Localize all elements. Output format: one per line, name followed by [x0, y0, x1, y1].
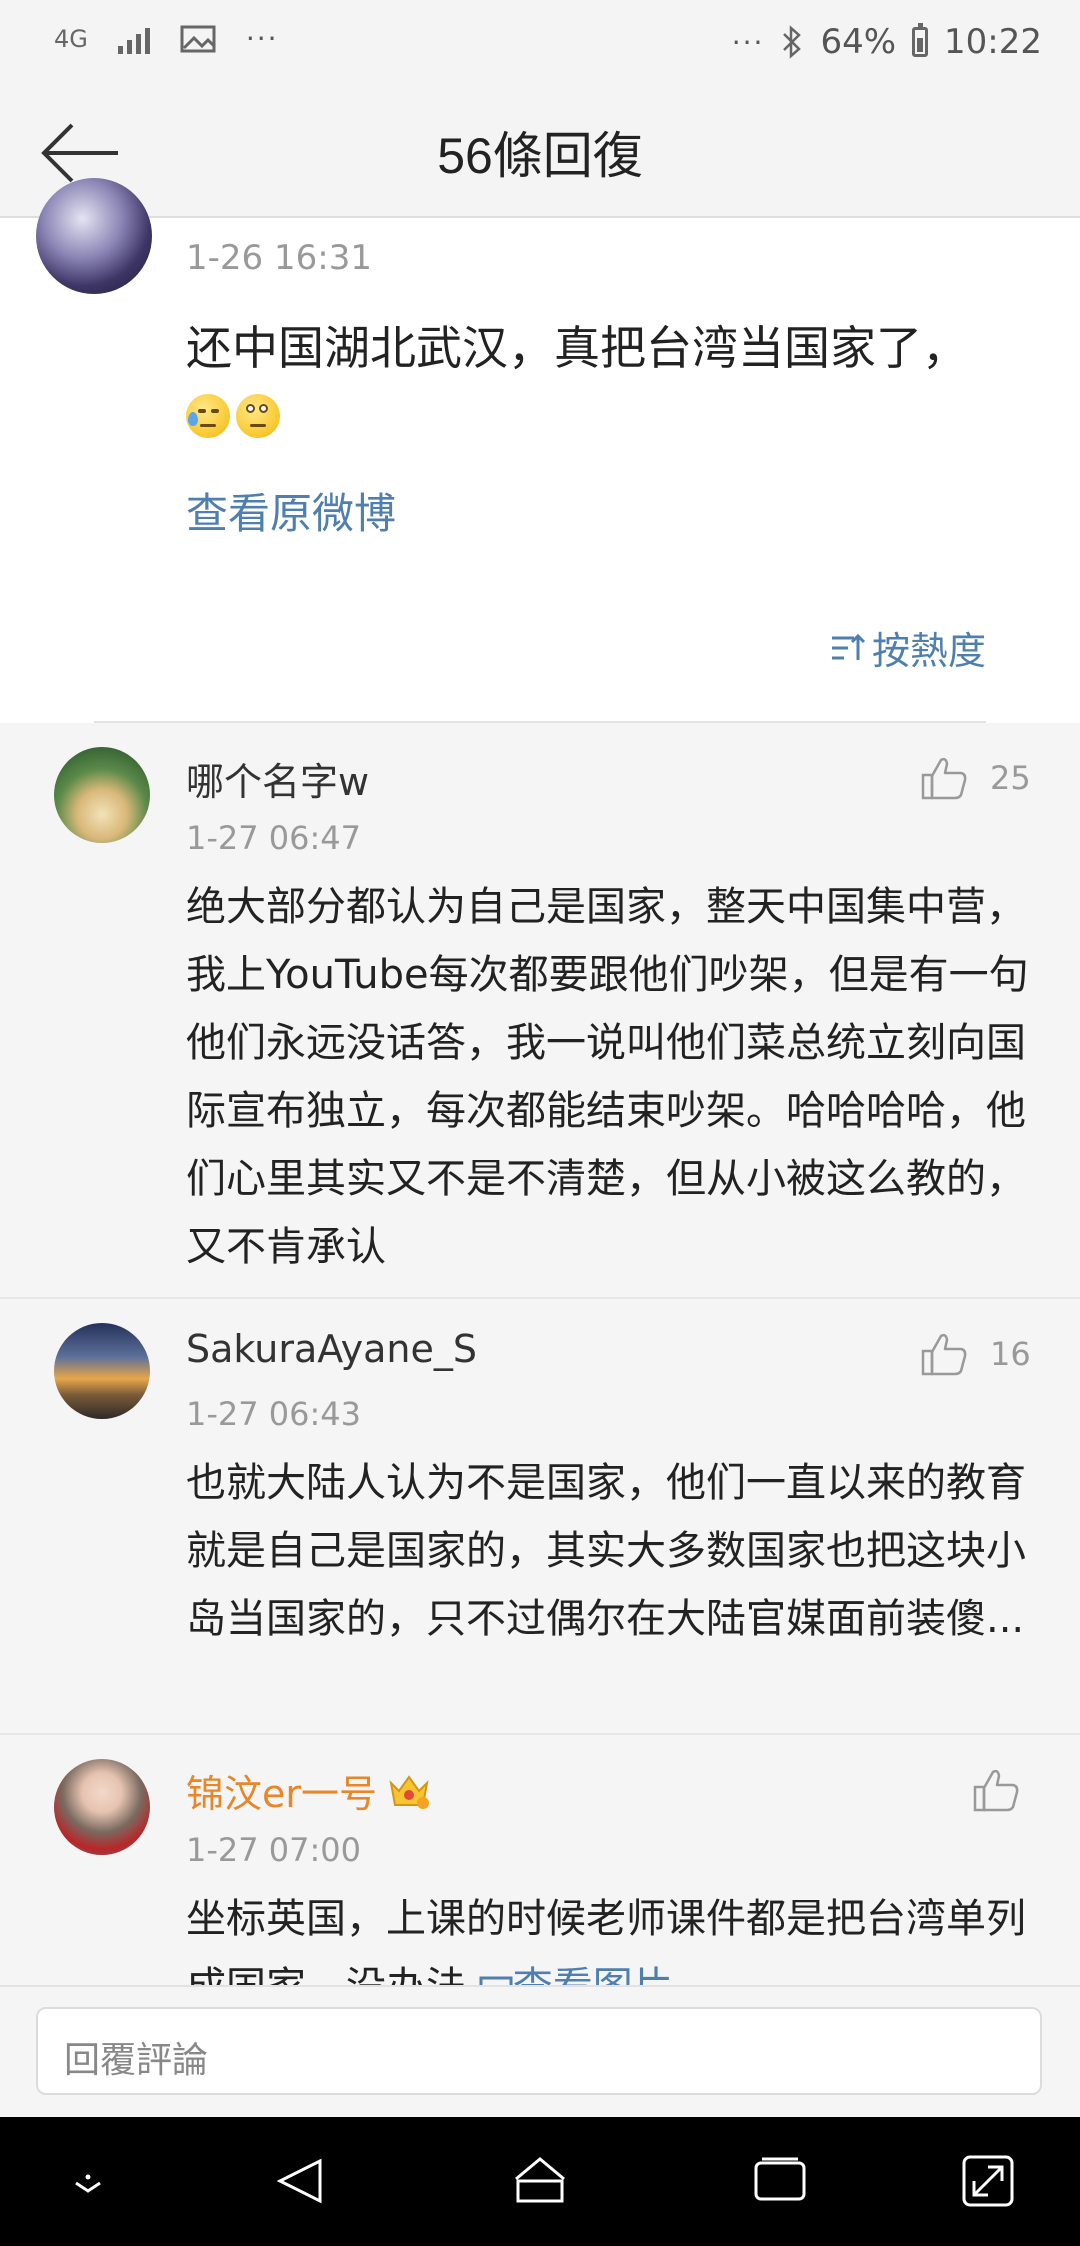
thumbs-up-icon [921, 1333, 967, 1376]
comment-username[interactable]: SakuraAyane_S [186, 1327, 477, 1371]
eye-roll-emoji-icon [236, 393, 280, 438]
comment-item: 锦汶er一号 1-27 07:00 坐标英国，上课的时候老师课件都是把台湾单列成… [0, 1735, 1080, 1985]
avatar[interactable] [54, 747, 150, 843]
comment-text: 绝大部分都认为自己是国家，整天中国集中营，我上YouTube每次都要跟他们吵架，… [186, 884, 1029, 1270]
like-button[interactable]: 16 [920, 1331, 1031, 1377]
comment-username[interactable]: 锦汶er一号 [186, 1763, 431, 1818]
comment-list: 哪个名字w 1-27 06:47 25 绝大部分都认为自己是国家，整天中国集中营… [0, 723, 1080, 1985]
thumbs-up-icon [921, 757, 967, 800]
view-image-label: 查看图片 [513, 1964, 673, 1985]
avatar[interactable] [54, 1759, 150, 1855]
comment-username-text: 锦汶er一号 [186, 1772, 378, 1816]
network-type: 4G [54, 24, 88, 53]
like-button[interactable] [972, 1767, 1020, 1813]
battery-percent: 64% [820, 22, 897, 62]
image-icon [479, 1976, 513, 1985]
more-icon: ··· [731, 25, 765, 59]
image-icon [180, 25, 216, 52]
avatar[interactable] [36, 178, 152, 294]
comment-item: 哪个名字w 1-27 06:47 25 绝大部分都认为自己是国家，整天中国集中营… [0, 723, 1080, 1297]
post-time: 1-26 16:31 [186, 238, 372, 278]
page-title: 56條回復 [437, 128, 643, 184]
comment-item: SakuraAyane_S 1-27 06:43 16 也就大陆人认为不是国家，… [0, 1299, 1080, 1642]
sort-button[interactable]: 按熱度 [830, 620, 986, 675]
bluetooth-icon [783, 25, 802, 59]
more-icon: ··· [245, 22, 279, 55]
chevron-down-icon[interactable] [56, 2149, 120, 2213]
like-count: 25 [990, 759, 1031, 797]
status-left: 4G ··· [54, 22, 279, 55]
post-text-content: 还中国湖北武汉，真把台湾当国家了， [186, 321, 968, 375]
comment-text: 坐标英国，上课的时候老师课件都是把台湾单列成国家，没办法 查看图片 [186, 1885, 1036, 1985]
thumbs-up-icon [973, 1769, 1019, 1812]
recent-apps-icon[interactable] [748, 2149, 812, 2213]
crown-badge-icon [389, 1774, 430, 1809]
view-original-link[interactable]: 查看原微博 [186, 480, 396, 541]
reply-bar: 回覆評論 [0, 1985, 1080, 2117]
comment-time: 1-27 07:00 [186, 1831, 362, 1869]
sort-label: 按熱度 [871, 629, 986, 673]
reply-input[interactable]: 回覆評論 [36, 2007, 1042, 2095]
header: 56條回復 [0, 90, 1080, 218]
like-button[interactable]: 25 [920, 755, 1031, 801]
signal-icon [117, 24, 150, 54]
status-right: ··· 64% 10:22 [732, 22, 1042, 62]
sweat-emoji-icon [186, 393, 230, 438]
comment-username[interactable]: 哪个名字w [186, 751, 369, 806]
system-nav-bar [0, 2117, 1080, 2246]
expand-icon[interactable] [956, 2149, 1020, 2213]
comment-time: 1-27 06:43 [186, 1395, 362, 1433]
back-icon[interactable] [268, 2149, 332, 2213]
comment-time: 1-27 06:47 [186, 819, 362, 857]
like-count: 16 [990, 1335, 1031, 1373]
post-text: 还中国湖北武汉，真把台湾当国家了， [186, 316, 1016, 444]
view-image-link[interactable]: 查看图片 [479, 1964, 673, 1985]
clock: 10:22 [944, 22, 1042, 62]
home-icon[interactable] [508, 2149, 572, 2213]
avatar[interactable] [54, 1323, 150, 1419]
comment-text: 也就大陆人认为不是国家，他们一直以来的教育就是自己是国家的，其实大多数国家也把这… [186, 1460, 1026, 1642]
sort-icon [831, 633, 866, 660]
original-post: 1-26 16:31 还中国湖北武汉，真把台湾当国家了， 查看原微博 按熱度 [0, 178, 1080, 723]
battery-icon [912, 23, 929, 57]
status-bar: 4G ··· ··· 64% 10:22 [0, 0, 1080, 90]
